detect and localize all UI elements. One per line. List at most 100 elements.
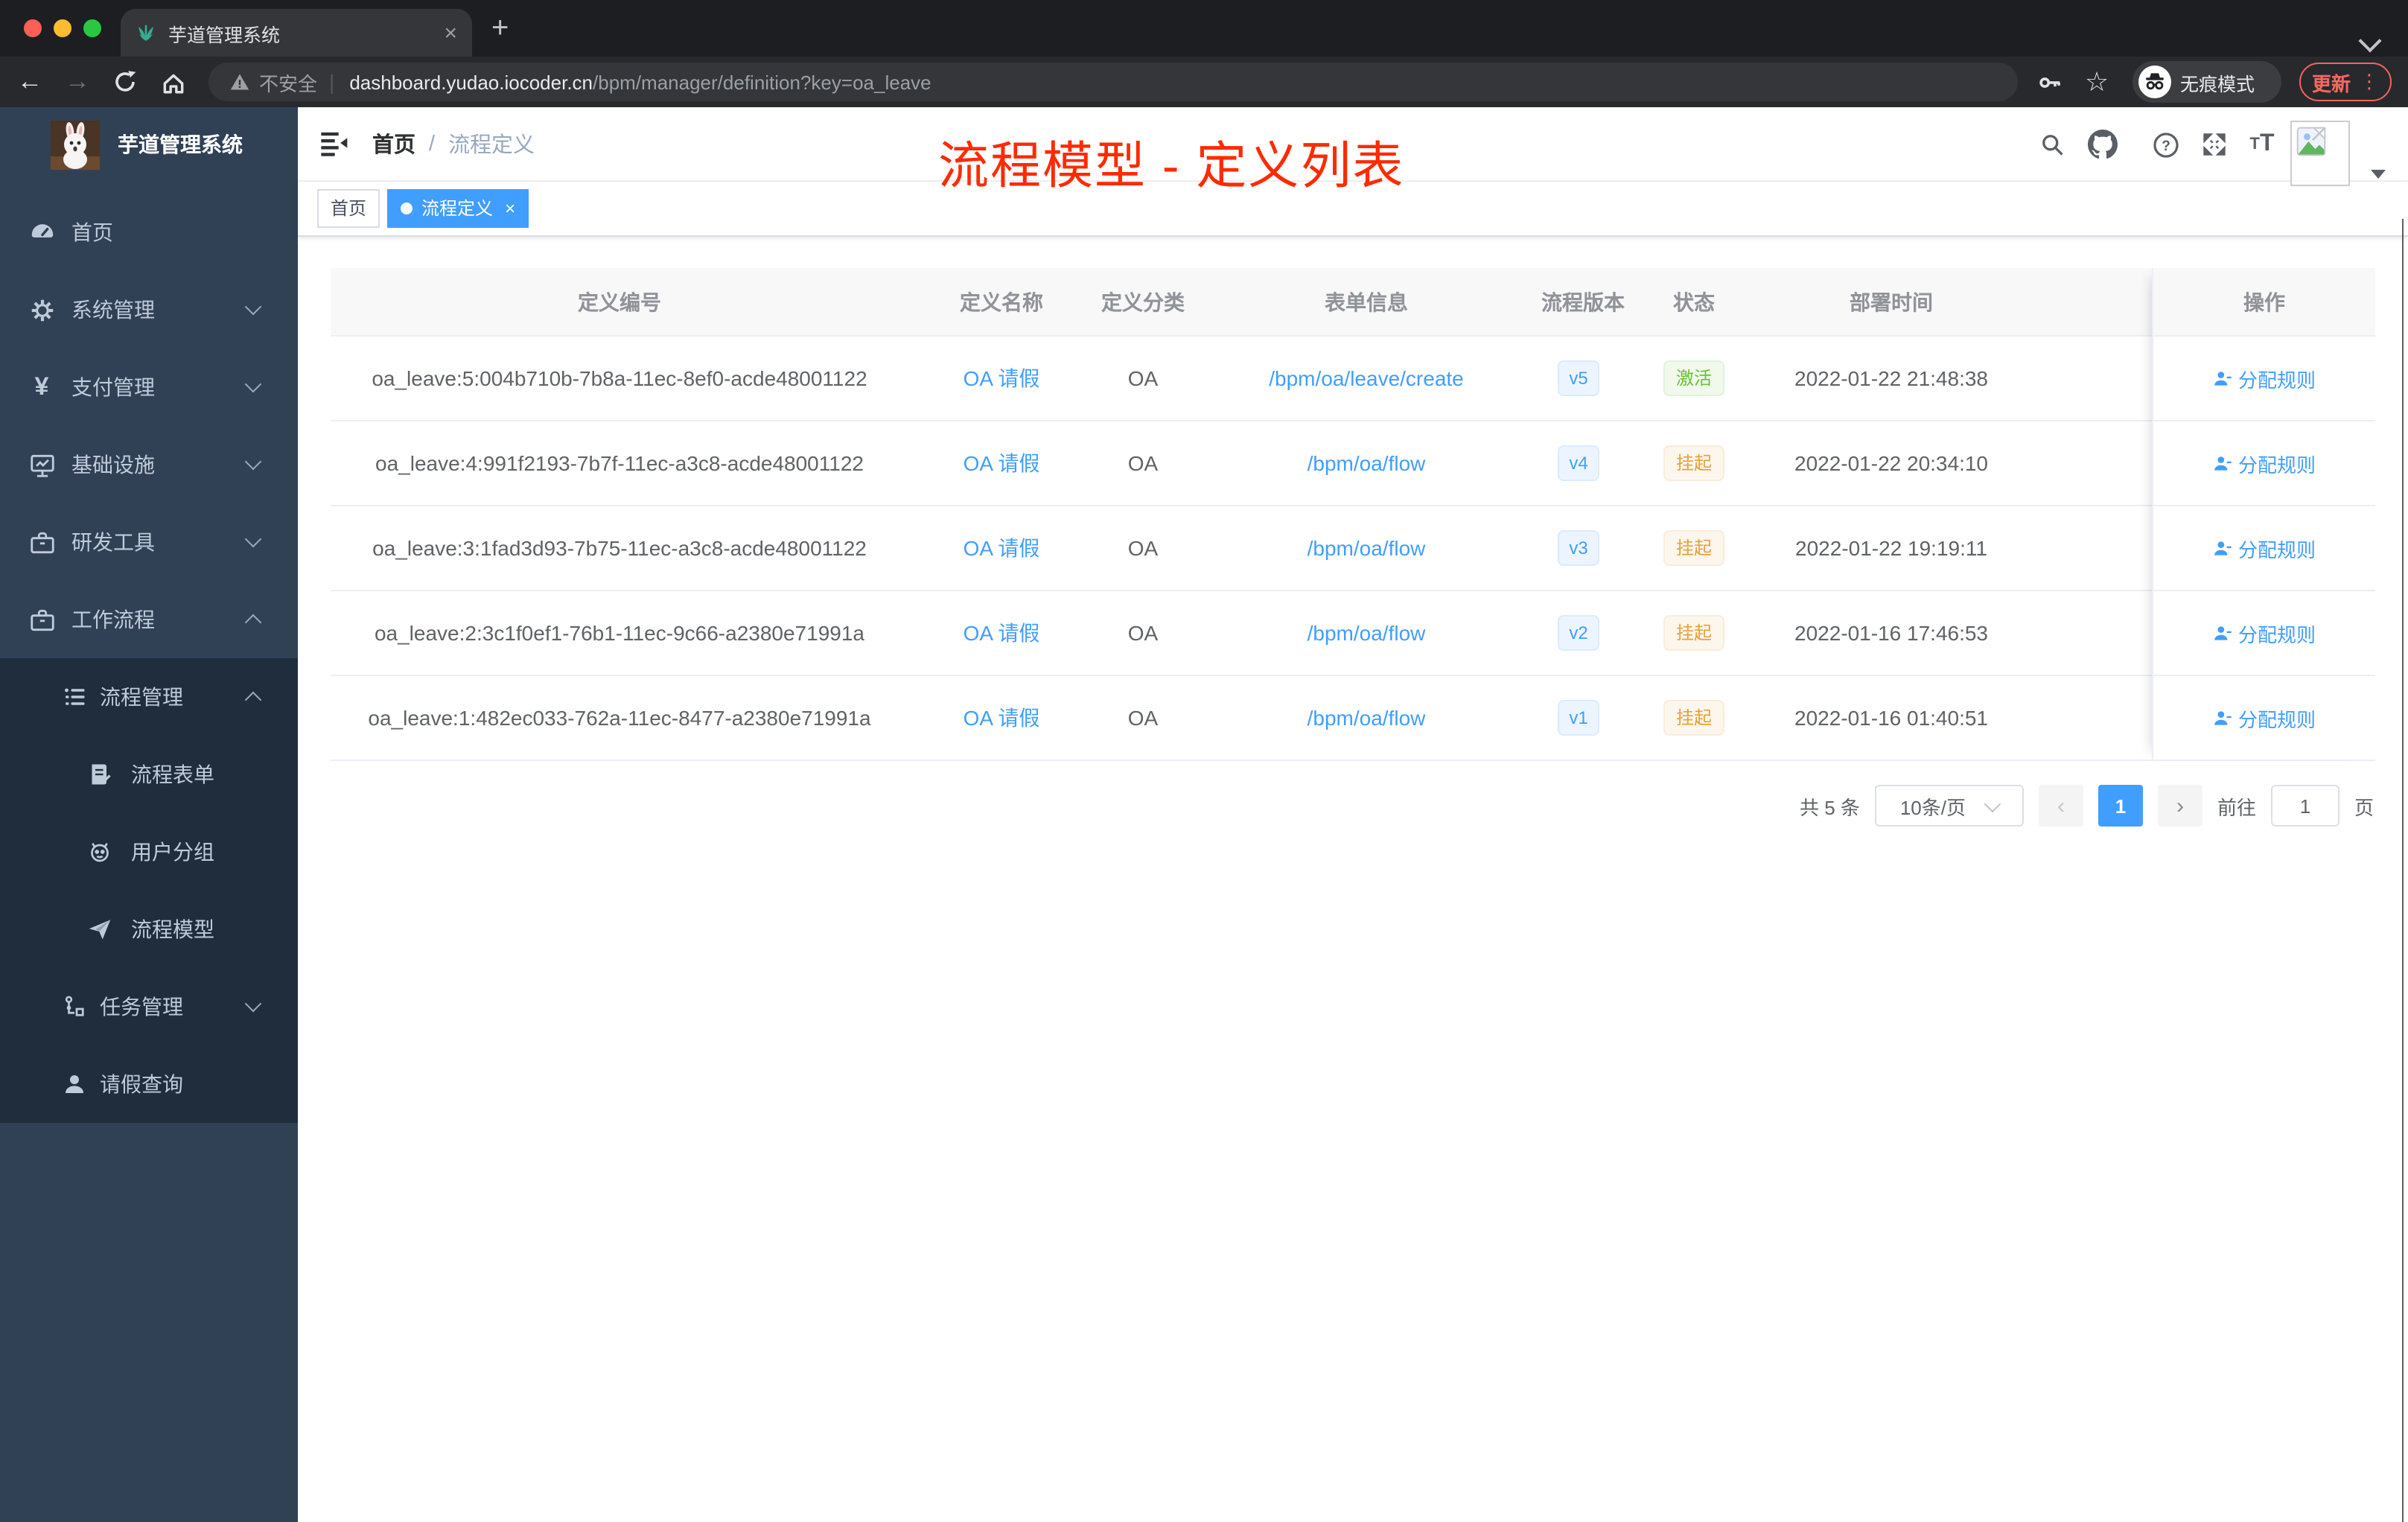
definition-name-link[interactable]: OA 请假 — [908, 618, 1095, 648]
search-icon[interactable] — [2037, 130, 2067, 159]
font-size-icon[interactable]: TT — [2247, 130, 2277, 159]
sidebar-item-user-group[interactable]: 用户分组 — [0, 813, 298, 891]
avatar-dropdown-caret-icon[interactable] — [2371, 170, 2386, 179]
page-size-select[interactable]: 10条/页 — [1874, 785, 2024, 827]
form-link[interactable]: /bpm/oa/flow — [1191, 536, 1541, 560]
not-secure-warning-icon — [230, 74, 249, 90]
sidebar-item-system[interactable]: 系统管理 — [0, 271, 298, 348]
forward-icon[interactable]: → — [63, 67, 92, 97]
version-tag: v4 — [1557, 445, 1600, 481]
column-header: 表单信息 — [1325, 290, 1408, 313]
definition-name-link[interactable]: OA 请假 — [908, 363, 1095, 393]
sidebar-item-workflow[interactable]: 工作流程 — [0, 581, 298, 658]
form-link[interactable]: /bpm/oa/flow — [1191, 706, 1541, 730]
column-header: 定义名称 — [960, 290, 1043, 313]
tab-close-icon[interactable]: × — [444, 22, 457, 44]
active-dot-icon — [401, 203, 413, 214]
sidebar-item-infrastructure[interactable]: 基础设施 — [0, 426, 298, 503]
tag-process-definition[interactable]: 流程定义 × — [387, 189, 529, 228]
goto-page-input[interactable] — [2270, 785, 2339, 827]
person-icon — [2214, 541, 2232, 555]
chevron-down-icon — [244, 298, 262, 316]
home-icon[interactable] — [158, 67, 188, 97]
tag-home[interactable]: 首页 — [317, 189, 380, 228]
definition-name-link[interactable]: OA 请假 — [908, 448, 1095, 478]
deploy-time: 2022-01-16 17:46:53 — [1794, 621, 1988, 645]
next-page-button[interactable]: › — [2157, 785, 2202, 827]
tab-search-chevron-icon[interactable] — [2358, 29, 2382, 53]
definition-id: oa_leave:4:991f2193-7b7f-11ec-a3c8-acde4… — [375, 451, 864, 475]
minimize-window-button[interactable] — [54, 19, 71, 37]
version-tag: v3 — [1557, 530, 1600, 566]
screen: 芋道管理系统 × + ← → 不安全 | dashboard.yudao.ioc… — [0, 0, 2408, 1522]
definition-category: OA — [1127, 366, 1159, 390]
fullscreen-icon[interactable] — [2200, 130, 2229, 159]
table-row: oa_leave:2:3c1f0ef1-76b1-11ec-9c66-a2380… — [331, 591, 2375, 676]
password-key-icon[interactable] — [2034, 67, 2064, 97]
help-icon[interactable]: ? — [2150, 130, 2180, 159]
sidebar-item-process-management[interactable]: 流程管理 — [0, 658, 298, 736]
annotation-title: 流程模型 - 定义列表 — [938, 138, 1405, 195]
close-window-button[interactable] — [24, 19, 42, 37]
definition-category: OA — [1127, 706, 1159, 730]
assign-rule-button[interactable]: 分配规则 — [2213, 449, 2316, 477]
assign-rule-button[interactable]: 分配规则 — [2213, 619, 2316, 647]
tab-title: 芋道管理系统 — [168, 25, 281, 45]
table-row: oa_leave:4:991f2193-7b7f-11ec-a3c8-acde4… — [331, 421, 2375, 506]
form-link[interactable]: /bpm/oa/flow — [1191, 621, 1541, 645]
sidebar-logo[interactable]: 芋道管理系统 — [0, 107, 298, 182]
browser-update-button[interactable]: 更新 ⋮ — [2299, 63, 2392, 101]
sidebar-item-dev-tools[interactable]: 研发工具 — [0, 503, 298, 581]
sidebar-item-home[interactable]: 首页 — [0, 194, 298, 271]
sidebar-item-leave-query[interactable]: 请假查询 — [0, 1045, 298, 1123]
sidebar-item-payment[interactable]: ¥ 支付管理 — [0, 348, 298, 426]
assign-rule-button[interactable]: 分配规则 — [2213, 364, 2316, 392]
scrollbar[interactable] — [2401, 219, 2404, 1522]
back-icon[interactable]: ← — [15, 67, 45, 97]
tag-close-icon[interactable]: × — [505, 200, 515, 217]
address-bar[interactable]: 不安全 | dashboard.yudao.iocoder.cn/bpm/man… — [208, 63, 2018, 101]
table-header-row: 定义编号 定义名称 定义分类 表单信息 流程版本 状态 部署时间 操作 — [331, 268, 2375, 337]
assign-rule-button[interactable]: 分配规则 — [2213, 534, 2316, 562]
app-root: 芋道管理系统 首页 系统管理 ¥ 支付管理 基础设施 研发工具 工作流程 流程管… — [0, 107, 2408, 1522]
browser-tab-strip: 芋道管理系统 × + — [0, 0, 2408, 57]
sidebar-fold-icon[interactable] — [319, 128, 348, 158]
bookmark-star-icon[interactable]: ☆ — [2082, 66, 2112, 97]
browser-toolbar: ← → 不安全 | dashboard.yudao.iocoder.cn/bpm… — [0, 57, 2408, 107]
logo-rabbit-avatar — [51, 120, 100, 169]
action-label: 分配规则 — [2237, 369, 2316, 391]
sidebar-item-process-form[interactable]: 流程表单 — [0, 736, 298, 813]
browser-menu-kebab-icon[interactable]: ⋮ — [2360, 71, 2379, 91]
sidebar-item-label: 请假查询 — [100, 1072, 183, 1096]
breadcrumb: 首页 / 流程定义 — [372, 107, 535, 180]
definition-name-link[interactable]: OA 请假 — [908, 533, 1095, 563]
github-icon[interactable] — [2088, 130, 2118, 159]
browser-tab[interactable]: 芋道管理系统 × — [121, 9, 472, 57]
new-tab-button[interactable]: + — [491, 12, 509, 46]
gear-icon — [27, 295, 57, 325]
broken-image-icon — [2296, 127, 2326, 156]
prev-page-button[interactable]: ‹ — [2038, 785, 2083, 827]
window-controls[interactable] — [24, 19, 101, 37]
tag-label: 首页 — [331, 198, 367, 219]
maximize-window-button[interactable] — [83, 19, 101, 37]
sidebar-menu: 首页 系统管理 ¥ 支付管理 基础设施 研发工具 工作流程 流程管理 流程表单 … — [0, 182, 298, 1123]
security-label: 不安全 — [259, 72, 318, 95]
sidebar-item-task-management[interactable]: 任务管理 — [0, 968, 298, 1045]
form-link[interactable]: /bpm/oa/flow — [1191, 451, 1541, 475]
table-row: oa_leave:5:004b710b-7b8a-11ec-8ef0-acde4… — [331, 337, 2375, 421]
breadcrumb-home[interactable]: 首页 — [372, 128, 415, 159]
chevron-down-icon — [244, 453, 262, 471]
avatar[interactable] — [2290, 121, 2350, 186]
reload-icon[interactable] — [110, 67, 140, 97]
action-label: 分配规则 — [2237, 538, 2316, 561]
sidebar-item-label: 流程模型 — [131, 917, 214, 941]
update-label: 更新 — [2311, 72, 2351, 95]
deploy-time: 2022-01-22 19:19:11 — [1795, 536, 1987, 560]
form-link[interactable]: /bpm/oa/leave/create — [1191, 366, 1541, 390]
assign-rule-button[interactable]: 分配规则 — [2213, 704, 2316, 732]
sidebar-item-process-model[interactable]: 流程模型 — [0, 891, 298, 968]
definition-name-link[interactable]: OA 请假 — [908, 703, 1095, 733]
current-page[interactable]: 1 — [2098, 785, 2143, 827]
column-header: 状态 — [1673, 290, 1715, 313]
